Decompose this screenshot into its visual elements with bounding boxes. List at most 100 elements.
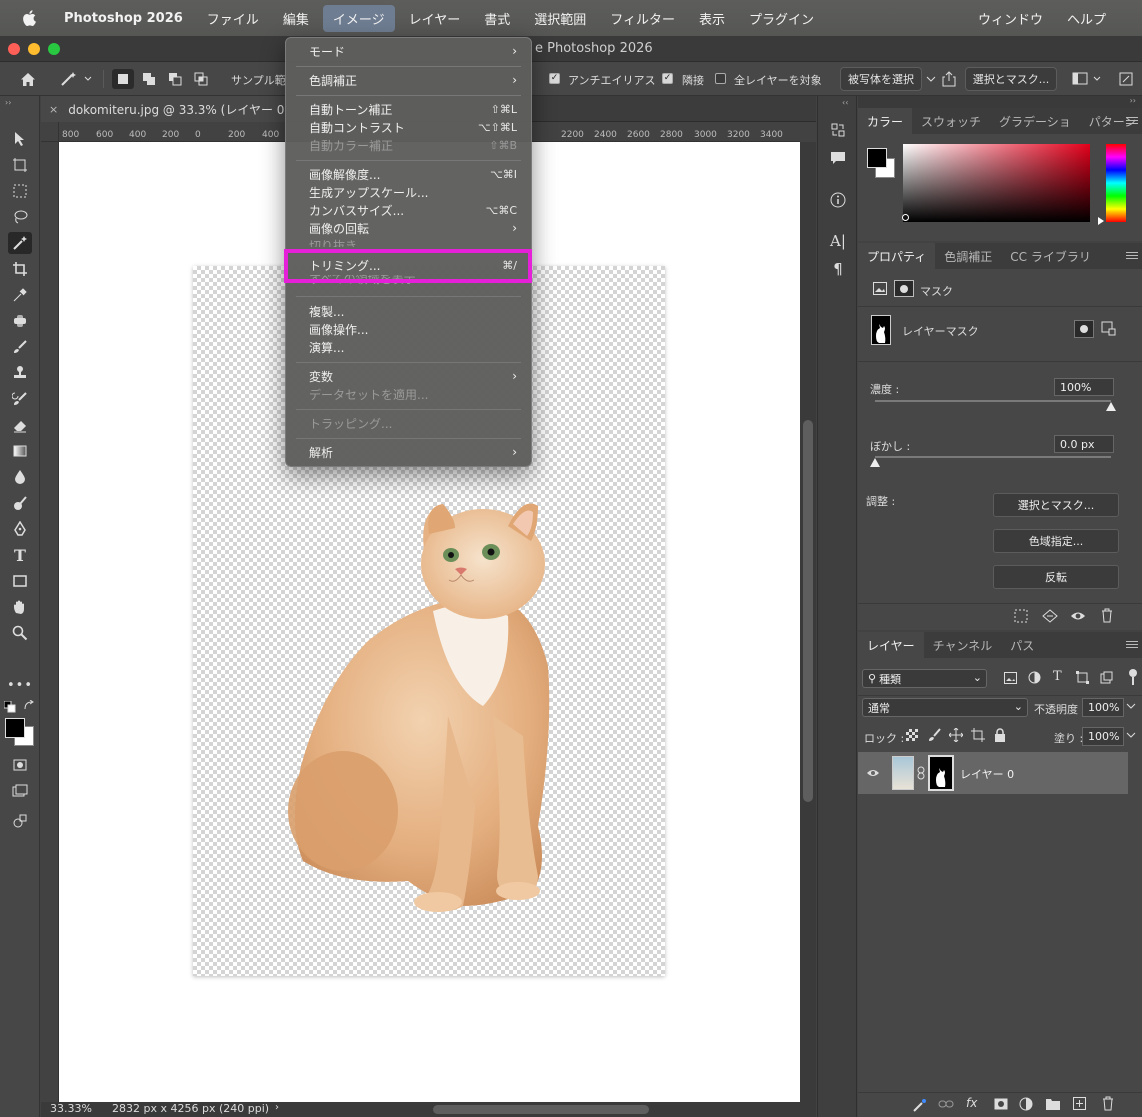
opacity-input[interactable]: 100%: [1082, 698, 1124, 717]
filter-smart-object-icon[interactable]: [1100, 671, 1113, 687]
menu-edit[interactable]: 編集: [273, 5, 319, 32]
share-icon[interactable]: [938, 69, 960, 89]
pen-tool-icon[interactable]: [8, 518, 32, 540]
document-tab[interactable]: × dokomiteru.jpg @ 33.3% (レイヤー 0,: [41, 96, 286, 122]
magic-wand-tool-icon[interactable]: [8, 232, 32, 254]
comments-icon[interactable]: [828, 148, 848, 168]
zoom-window-button[interactable]: [48, 43, 60, 55]
color-range-button[interactable]: 色域指定...: [993, 529, 1119, 553]
color-picker-marker[interactable]: [902, 214, 909, 221]
select-subject-button[interactable]: 被写体を選択: [840, 67, 922, 91]
adjustment-layer-icon[interactable]: [1019, 1097, 1033, 1114]
filter-type-icon[interactable]: T: [1053, 669, 1062, 684]
density-slider-track[interactable]: [875, 400, 1111, 402]
new-layer-icon[interactable]: [1073, 1097, 1086, 1113]
menu-item-adjustments[interactable]: 色調補正 ›: [309, 71, 517, 89]
vector-mask-icon[interactable]: [894, 280, 914, 297]
foreground-color-swatch[interactable]: [867, 148, 887, 168]
tab-adjustments[interactable]: 色調補正: [935, 243, 1001, 269]
menu-item-auto-tone[interactable]: 自動トーン補正 ⇧⌘L: [309, 100, 517, 118]
layer-row[interactable]: レイヤー 0: [858, 752, 1128, 794]
blend-mode-select[interactable]: 通常 ⌄: [862, 698, 1028, 717]
tab-properties[interactable]: プロパティ: [858, 243, 936, 269]
marquee-tool-icon[interactable]: [8, 180, 32, 202]
subtract-selection-icon[interactable]: [164, 69, 186, 89]
generative-icon[interactable]: [8, 810, 32, 832]
workspace-icon[interactable]: [1070, 69, 1104, 89]
history-brush-tool-icon[interactable]: [8, 388, 32, 410]
invert-button[interactable]: 反転: [993, 565, 1119, 589]
menu-item-calculations[interactable]: 演算...: [309, 338, 517, 356]
color-field[interactable]: [903, 144, 1090, 222]
layer-name[interactable]: レイヤー 0: [960, 766, 1014, 782]
contiguous-checkbox[interactable]: ✓: [662, 73, 673, 84]
apple-icon[interactable]: [18, 7, 40, 29]
paragraph-panel-icon[interactable]: ¶: [828, 259, 848, 279]
layer-mask-thumbnail[interactable]: [928, 755, 954, 791]
fill-input[interactable]: 100%: [1082, 727, 1124, 746]
zoom-level[interactable]: 33.33%: [50, 1102, 92, 1115]
menu-item-canvas-size[interactable]: カンバスサイズ... ⌥⌘C: [309, 201, 517, 219]
menu-item-mode[interactable]: モード ›: [309, 42, 517, 60]
lock-artboard-icon[interactable]: [971, 728, 985, 745]
menu-item-auto-contrast[interactable]: 自動コントラスト ⌥⇧⌘L: [309, 118, 517, 136]
collapse-icon[interactable]: ››: [5, 98, 11, 107]
minimize-window-button[interactable]: [28, 43, 40, 55]
crop-tool-icon[interactable]: [8, 258, 32, 280]
new-selection-icon[interactable]: [112, 69, 134, 89]
chevron-down-icon[interactable]: [1126, 700, 1136, 715]
load-selection-icon[interactable]: [1014, 609, 1028, 626]
clone-stamp-tool-icon[interactable]: [8, 362, 32, 384]
collapse-panel-icon[interactable]: ››: [1130, 96, 1136, 105]
all-layers-checkbox[interactable]: [715, 73, 726, 84]
zoom-tool-icon[interactable]: [8, 622, 32, 644]
tab-swatches[interactable]: スウォッチ: [912, 108, 990, 134]
filter-shape-icon[interactable]: [1076, 671, 1089, 687]
lock-all-icon[interactable]: [994, 728, 1006, 745]
blur-tool-icon[interactable]: [8, 466, 32, 488]
density-slider-handle[interactable]: [1106, 402, 1116, 411]
expand-icon[interactable]: [1116, 69, 1136, 89]
new-group-icon[interactable]: [1046, 1098, 1060, 1113]
link-icon[interactable]: [917, 766, 925, 783]
trash-icon[interactable]: [1101, 1096, 1115, 1114]
chevron-down-icon[interactable]: [1126, 729, 1136, 744]
menu-image[interactable]: イメージ: [322, 4, 395, 32]
panel-menu-icon[interactable]: [1126, 115, 1138, 127]
panel-menu-icon[interactable]: [1126, 639, 1138, 651]
menu-file[interactable]: ファイル: [197, 5, 269, 32]
layer-thumbnail[interactable]: [892, 756, 914, 790]
feather-slider-track[interactable]: [875, 456, 1111, 458]
rectangle-tool-icon[interactable]: [8, 570, 32, 592]
healing-brush-tool-icon[interactable]: [8, 310, 32, 332]
link-layers-icon[interactable]: [938, 1098, 954, 1113]
artboard-tool-icon[interactable]: [8, 154, 32, 176]
character-panel-icon[interactable]: A|: [828, 231, 848, 251]
menu-filter[interactable]: フィルター: [600, 5, 685, 32]
dodge-tool-icon[interactable]: [8, 492, 32, 514]
select-vector-mask-icon[interactable]: [1101, 321, 1117, 340]
generative-fill-icon[interactable]: [912, 1097, 928, 1116]
home-icon[interactable]: [16, 69, 40, 89]
close-window-button[interactable]: [8, 43, 20, 55]
eraser-tool-icon[interactable]: [8, 414, 32, 436]
layer-style-icon[interactable]: fx: [966, 1096, 977, 1110]
menu-app-name[interactable]: Photoshop 2026: [54, 7, 193, 30]
filter-toggle-icon[interactable]: [1128, 669, 1138, 687]
menu-item-variables[interactable]: 変数 ›: [309, 367, 517, 385]
default-colors-icon[interactable]: [3, 700, 16, 716]
tab-paths[interactable]: パス: [1001, 632, 1043, 658]
menu-item-analysis[interactable]: 解析 ›: [309, 443, 517, 461]
apply-mask-icon[interactable]: [1042, 609, 1058, 626]
pixel-mask-icon[interactable]: [873, 282, 887, 298]
visibility-eye-icon[interactable]: [866, 767, 880, 782]
select-and-mask-button[interactable]: 選択とマスク...: [993, 493, 1119, 517]
filter-adjustment-icon[interactable]: [1028, 671, 1041, 687]
lasso-tool-icon[interactable]: [8, 206, 32, 228]
hue-slider-handle[interactable]: [1098, 217, 1104, 225]
tab-cc-libraries[interactable]: CC ライブラリ: [1001, 243, 1100, 269]
quick-mask-icon[interactable]: [8, 754, 32, 776]
menu-plugins[interactable]: プラグイン: [739, 5, 824, 32]
menu-item-apply-image[interactable]: 画像操作...: [309, 320, 517, 338]
menu-type[interactable]: 書式: [474, 5, 520, 32]
